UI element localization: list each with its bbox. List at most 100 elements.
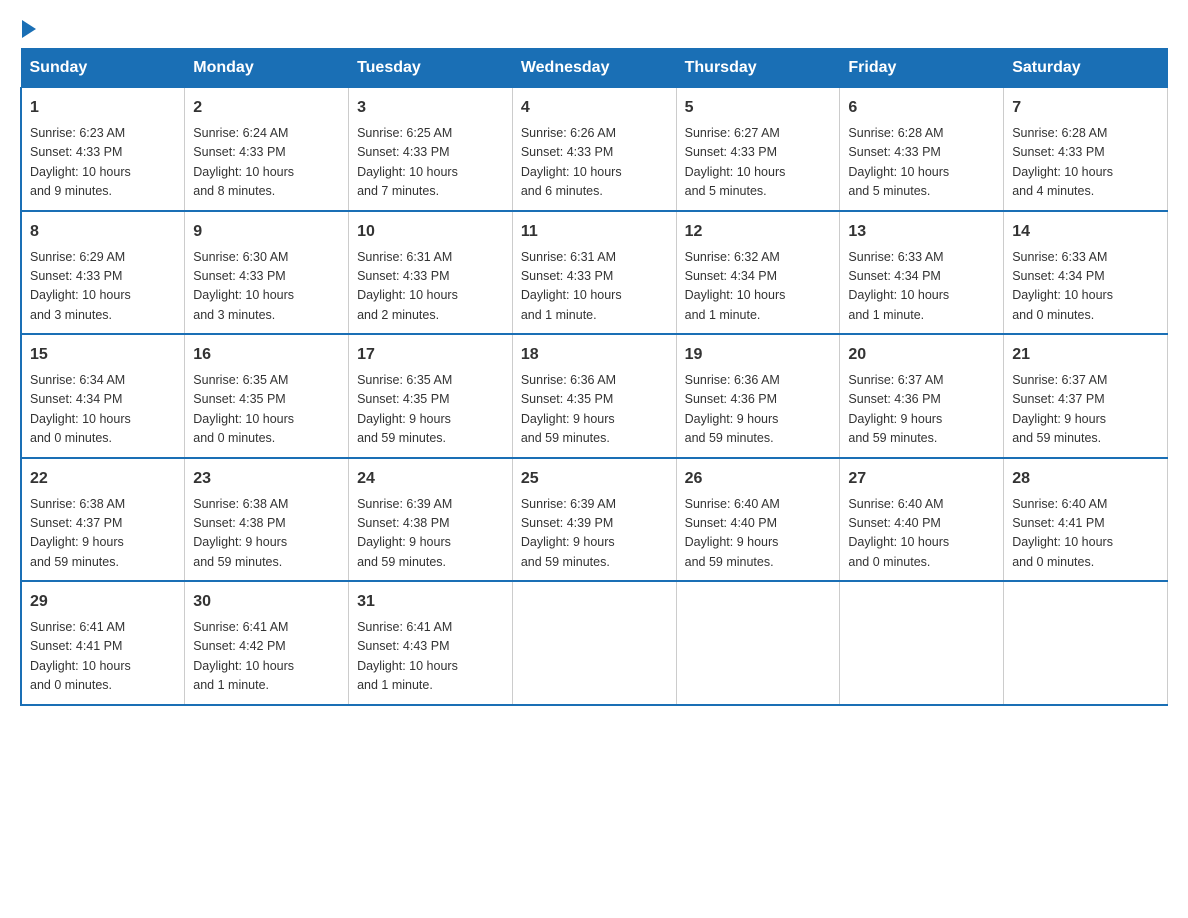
calendar-cell: 7 Sunrise: 6:28 AMSunset: 4:33 PMDaylight…	[1004, 88, 1168, 211]
calendar-cell: 26 Sunrise: 6:40 AMSunset: 4:40 PMDayligh…	[676, 458, 840, 582]
day-info: Sunrise: 6:27 AMSunset: 4:33 PMDaylight:…	[685, 124, 832, 202]
calendar-cell: 5 Sunrise: 6:27 AMSunset: 4:33 PMDaylight…	[676, 88, 840, 211]
calendar-cell: 1 Sunrise: 6:23 AMSunset: 4:33 PMDaylight…	[21, 88, 185, 211]
day-info: Sunrise: 6:37 AMSunset: 4:36 PMDaylight:…	[848, 371, 995, 449]
calendar-cell: 17 Sunrise: 6:35 AMSunset: 4:35 PMDayligh…	[349, 334, 513, 458]
calendar-cell: 30 Sunrise: 6:41 AMSunset: 4:42 PMDayligh…	[185, 581, 349, 705]
day-number: 2	[193, 96, 340, 120]
logo-arrow-icon	[22, 20, 36, 38]
weekday-header-monday: Monday	[185, 49, 349, 88]
day-info: Sunrise: 6:40 AMSunset: 4:41 PMDaylight:…	[1012, 495, 1159, 573]
day-number: 8	[30, 220, 176, 244]
day-info: Sunrise: 6:41 AMSunset: 4:42 PMDaylight:…	[193, 618, 340, 696]
day-info: Sunrise: 6:36 AMSunset: 4:36 PMDaylight:…	[685, 371, 832, 449]
calendar-cell: 4 Sunrise: 6:26 AMSunset: 4:33 PMDaylight…	[512, 88, 676, 211]
calendar-cell: 29 Sunrise: 6:41 AMSunset: 4:41 PMDayligh…	[21, 581, 185, 705]
day-info: Sunrise: 6:41 AMSunset: 4:43 PMDaylight:…	[357, 618, 504, 696]
day-number: 14	[1012, 220, 1159, 244]
day-number: 12	[685, 220, 832, 244]
weekday-header-saturday: Saturday	[1004, 49, 1168, 88]
calendar-cell: 11 Sunrise: 6:31 AMSunset: 4:33 PMDayligh…	[512, 211, 676, 335]
calendar-cell: 31Sunrise: 6:41 AMSunset: 4:43 PMDayligh…	[349, 581, 513, 705]
day-number: 21	[1012, 343, 1159, 367]
day-number: 17	[357, 343, 504, 367]
day-info: Sunrise: 6:28 AMSunset: 4:33 PMDaylight:…	[1012, 124, 1159, 202]
day-number: 18	[521, 343, 668, 367]
day-info: Sunrise: 6:25 AMSunset: 4:33 PMDaylight:…	[357, 124, 504, 202]
day-info: Sunrise: 6:40 AMSunset: 4:40 PMDaylight:…	[685, 495, 832, 573]
day-info: Sunrise: 6:29 AMSunset: 4:33 PMDaylight:…	[30, 248, 176, 326]
weekday-header-sunday: Sunday	[21, 49, 185, 88]
calendar-cell	[676, 581, 840, 705]
day-info: Sunrise: 6:23 AMSunset: 4:33 PMDaylight:…	[30, 124, 176, 202]
day-info: Sunrise: 6:31 AMSunset: 4:33 PMDaylight:…	[357, 248, 504, 326]
day-number: 1	[30, 96, 176, 120]
day-info: Sunrise: 6:35 AMSunset: 4:35 PMDaylight:…	[193, 371, 340, 449]
day-number: 19	[685, 343, 832, 367]
calendar-cell: 18Sunrise: 6:36 AMSunset: 4:35 PMDayligh…	[512, 334, 676, 458]
calendar-cell: 22Sunrise: 6:38 AMSunset: 4:37 PMDayligh…	[21, 458, 185, 582]
weekday-header-thursday: Thursday	[676, 49, 840, 88]
day-number: 20	[848, 343, 995, 367]
calendar-cell	[512, 581, 676, 705]
calendar-table: SundayMondayTuesdayWednesdayThursdayFrid…	[20, 48, 1168, 706]
calendar-week-row: 1 Sunrise: 6:23 AMSunset: 4:33 PMDaylight…	[21, 88, 1168, 211]
calendar-cell: 19 Sunrise: 6:36 AMSunset: 4:36 PMDayligh…	[676, 334, 840, 458]
day-number: 7	[1012, 96, 1159, 120]
weekday-header-friday: Friday	[840, 49, 1004, 88]
calendar-cell: 14Sunrise: 6:33 AMSunset: 4:34 PMDayligh…	[1004, 211, 1168, 335]
calendar-cell: 8 Sunrise: 6:29 AMSunset: 4:33 PMDaylight…	[21, 211, 185, 335]
calendar-cell: 21 Sunrise: 6:37 AMSunset: 4:37 PMDayligh…	[1004, 334, 1168, 458]
day-info: Sunrise: 6:38 AMSunset: 4:38 PMDaylight:…	[193, 495, 340, 573]
day-number: 24	[357, 467, 504, 491]
day-number: 13	[848, 220, 995, 244]
day-info: Sunrise: 6:37 AMSunset: 4:37 PMDaylight:…	[1012, 371, 1159, 449]
day-number: 11	[521, 220, 668, 244]
calendar-cell: 6 Sunrise: 6:28 AMSunset: 4:33 PMDaylight…	[840, 88, 1004, 211]
day-number: 15	[30, 343, 176, 367]
day-number: 28	[1012, 467, 1159, 491]
calendar-cell: 23 Sunrise: 6:38 AMSunset: 4:38 PMDayligh…	[185, 458, 349, 582]
calendar-week-row: 8 Sunrise: 6:29 AMSunset: 4:33 PMDaylight…	[21, 211, 1168, 335]
day-info: Sunrise: 6:34 AMSunset: 4:34 PMDaylight:…	[30, 371, 176, 449]
day-number: 16	[193, 343, 340, 367]
calendar-cell: 12Sunrise: 6:32 AMSunset: 4:34 PMDayligh…	[676, 211, 840, 335]
day-info: Sunrise: 6:39 AMSunset: 4:39 PMDaylight:…	[521, 495, 668, 573]
calendar-cell: 28 Sunrise: 6:40 AMSunset: 4:41 PMDayligh…	[1004, 458, 1168, 582]
day-info: Sunrise: 6:41 AMSunset: 4:41 PMDaylight:…	[30, 618, 176, 696]
logo	[20, 20, 38, 38]
day-info: Sunrise: 6:28 AMSunset: 4:33 PMDaylight:…	[848, 124, 995, 202]
day-info: Sunrise: 6:30 AMSunset: 4:33 PMDaylight:…	[193, 248, 340, 326]
day-info: Sunrise: 6:26 AMSunset: 4:33 PMDaylight:…	[521, 124, 668, 202]
calendar-cell: 20 Sunrise: 6:37 AMSunset: 4:36 PMDayligh…	[840, 334, 1004, 458]
calendar-cell: 15 Sunrise: 6:34 AMSunset: 4:34 PMDayligh…	[21, 334, 185, 458]
day-number: 3	[357, 96, 504, 120]
day-info: Sunrise: 6:24 AMSunset: 4:33 PMDaylight:…	[193, 124, 340, 202]
day-number: 26	[685, 467, 832, 491]
day-info: Sunrise: 6:31 AMSunset: 4:33 PMDaylight:…	[521, 248, 668, 326]
calendar-week-row: 15 Sunrise: 6:34 AMSunset: 4:34 PMDayligh…	[21, 334, 1168, 458]
calendar-cell: 25Sunrise: 6:39 AMSunset: 4:39 PMDayligh…	[512, 458, 676, 582]
day-number: 29	[30, 590, 176, 614]
calendar-cell	[1004, 581, 1168, 705]
day-number: 6	[848, 96, 995, 120]
weekday-header-tuesday: Tuesday	[349, 49, 513, 88]
day-info: Sunrise: 6:38 AMSunset: 4:37 PMDaylight:…	[30, 495, 176, 573]
day-number: 4	[521, 96, 668, 120]
calendar-cell: 9 Sunrise: 6:30 AMSunset: 4:33 PMDaylight…	[185, 211, 349, 335]
calendar-cell: 10Sunrise: 6:31 AMSunset: 4:33 PMDayligh…	[349, 211, 513, 335]
calendar-week-row: 22Sunrise: 6:38 AMSunset: 4:37 PMDayligh…	[21, 458, 1168, 582]
calendar-cell: 24 Sunrise: 6:39 AMSunset: 4:38 PMDayligh…	[349, 458, 513, 582]
day-number: 30	[193, 590, 340, 614]
weekday-header-wednesday: Wednesday	[512, 49, 676, 88]
day-info: Sunrise: 6:39 AMSunset: 4:38 PMDaylight:…	[357, 495, 504, 573]
calendar-cell: 27Sunrise: 6:40 AMSunset: 4:40 PMDayligh…	[840, 458, 1004, 582]
day-number: 23	[193, 467, 340, 491]
day-number: 9	[193, 220, 340, 244]
calendar-cell: 3 Sunrise: 6:25 AMSunset: 4:33 PMDaylight…	[349, 88, 513, 211]
weekday-header-row: SundayMondayTuesdayWednesdayThursdayFrid…	[21, 49, 1168, 88]
day-info: Sunrise: 6:35 AMSunset: 4:35 PMDaylight:…	[357, 371, 504, 449]
day-number: 27	[848, 467, 995, 491]
day-info: Sunrise: 6:33 AMSunset: 4:34 PMDaylight:…	[848, 248, 995, 326]
day-number: 5	[685, 96, 832, 120]
